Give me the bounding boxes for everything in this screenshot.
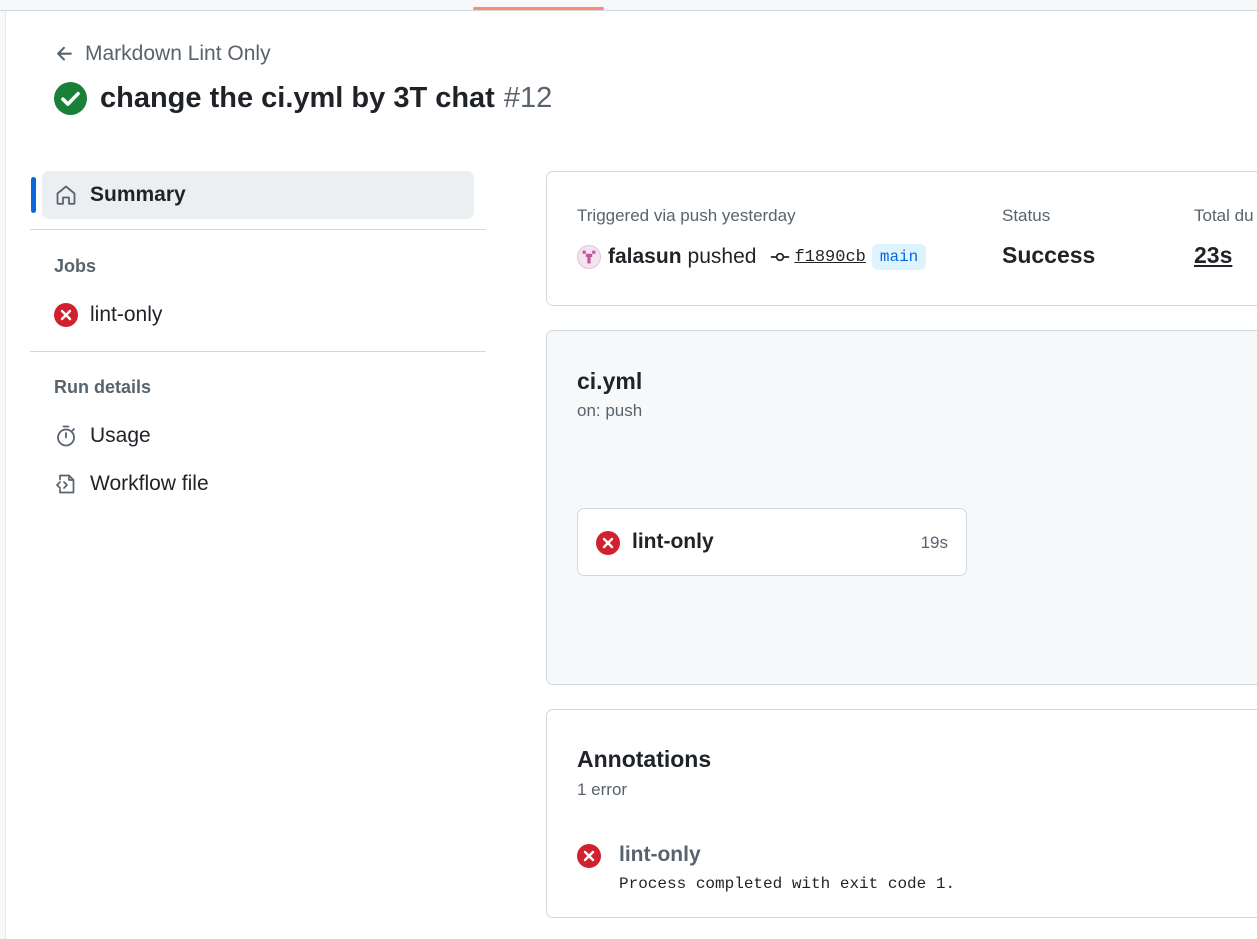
home-icon [56,185,76,205]
identicon-icon [582,250,596,264]
commit-sha-link[interactable]: f1890cb [794,248,865,267]
left-edge [0,11,6,939]
sidebar-item-usage[interactable]: Usage [54,424,151,448]
run-title-row: change the ci.yml by 3T chat #12 [54,82,552,115]
file-code-icon [56,474,75,494]
job-duration: 19s [920,533,948,552]
x-circle-icon [54,303,78,327]
jobs-heading: Jobs [54,256,97,276]
sidebar-item-label: lint-only [90,303,163,326]
job-node-lint-only[interactable]: lint-only 19s [577,508,967,576]
trigger-text: Triggered via push yesterday [577,206,796,225]
x-circle-icon [577,844,601,868]
annotations-count: 1 error [577,780,628,799]
duration-value[interactable]: 23s [1194,242,1232,269]
sidebar-item-lint-only[interactable]: lint-only [54,303,162,327]
actor-link[interactable]: falasun [608,245,682,269]
workflow-graph-card: ci.yml on: push lint-only 19s [546,330,1257,685]
avatar[interactable] [577,245,601,269]
action-text: pushed [687,245,757,268]
arrow-left-icon [57,46,72,61]
workflow-trigger: on: push [577,401,643,420]
sidebar-divider [30,351,486,352]
sidebar-divider [30,229,486,230]
back-to-workflow-link[interactable]: Markdown Lint Only [54,42,271,66]
run-details-heading: Run details [54,377,152,397]
top-nav-bar [0,0,1257,11]
check-circle-icon [54,82,87,115]
stopwatch-icon [57,425,75,447]
status-value: Success [1002,242,1096,268]
run-title: change the ci.yml by 3T chat [100,82,495,114]
sidebar-item-workflow-file[interactable]: Workflow file [54,472,209,496]
run-number: #12 [503,82,553,114]
annotations-card: Annotations 1 error lint-only Process co… [546,709,1257,918]
branch-label[interactable]: main [871,244,927,270]
run-summary-card: Triggered via push yesterday falasun pus… [546,171,1257,306]
annotations-title: Annotations [577,746,712,772]
push-info-row: falasun pushed f1890cb main [577,244,927,270]
sidebar-item-label: Summary [90,183,186,206]
nav-active-indicator [31,177,36,213]
sidebar-item-summary[interactable]: Summary [42,171,474,219]
workflow-file-name: ci.yml [577,368,643,394]
x-circle-icon [596,531,620,555]
active-tab-underline [473,7,604,10]
sidebar-item-label: Usage [90,424,151,447]
git-commit-icon [771,252,790,262]
page-title: change the ci.yml by 3T chat #12 [100,82,552,115]
job-name: lint-only [632,530,714,553]
duration-label: Total du [1194,206,1254,225]
status-label: Status [1002,206,1051,225]
sidebar-item-label: Workflow file [90,472,209,495]
back-link-label: Markdown Lint Only [85,42,271,65]
annotation-job-link[interactable]: lint-only [619,843,701,867]
annotation-message: Process completed with exit code 1. [619,875,956,893]
